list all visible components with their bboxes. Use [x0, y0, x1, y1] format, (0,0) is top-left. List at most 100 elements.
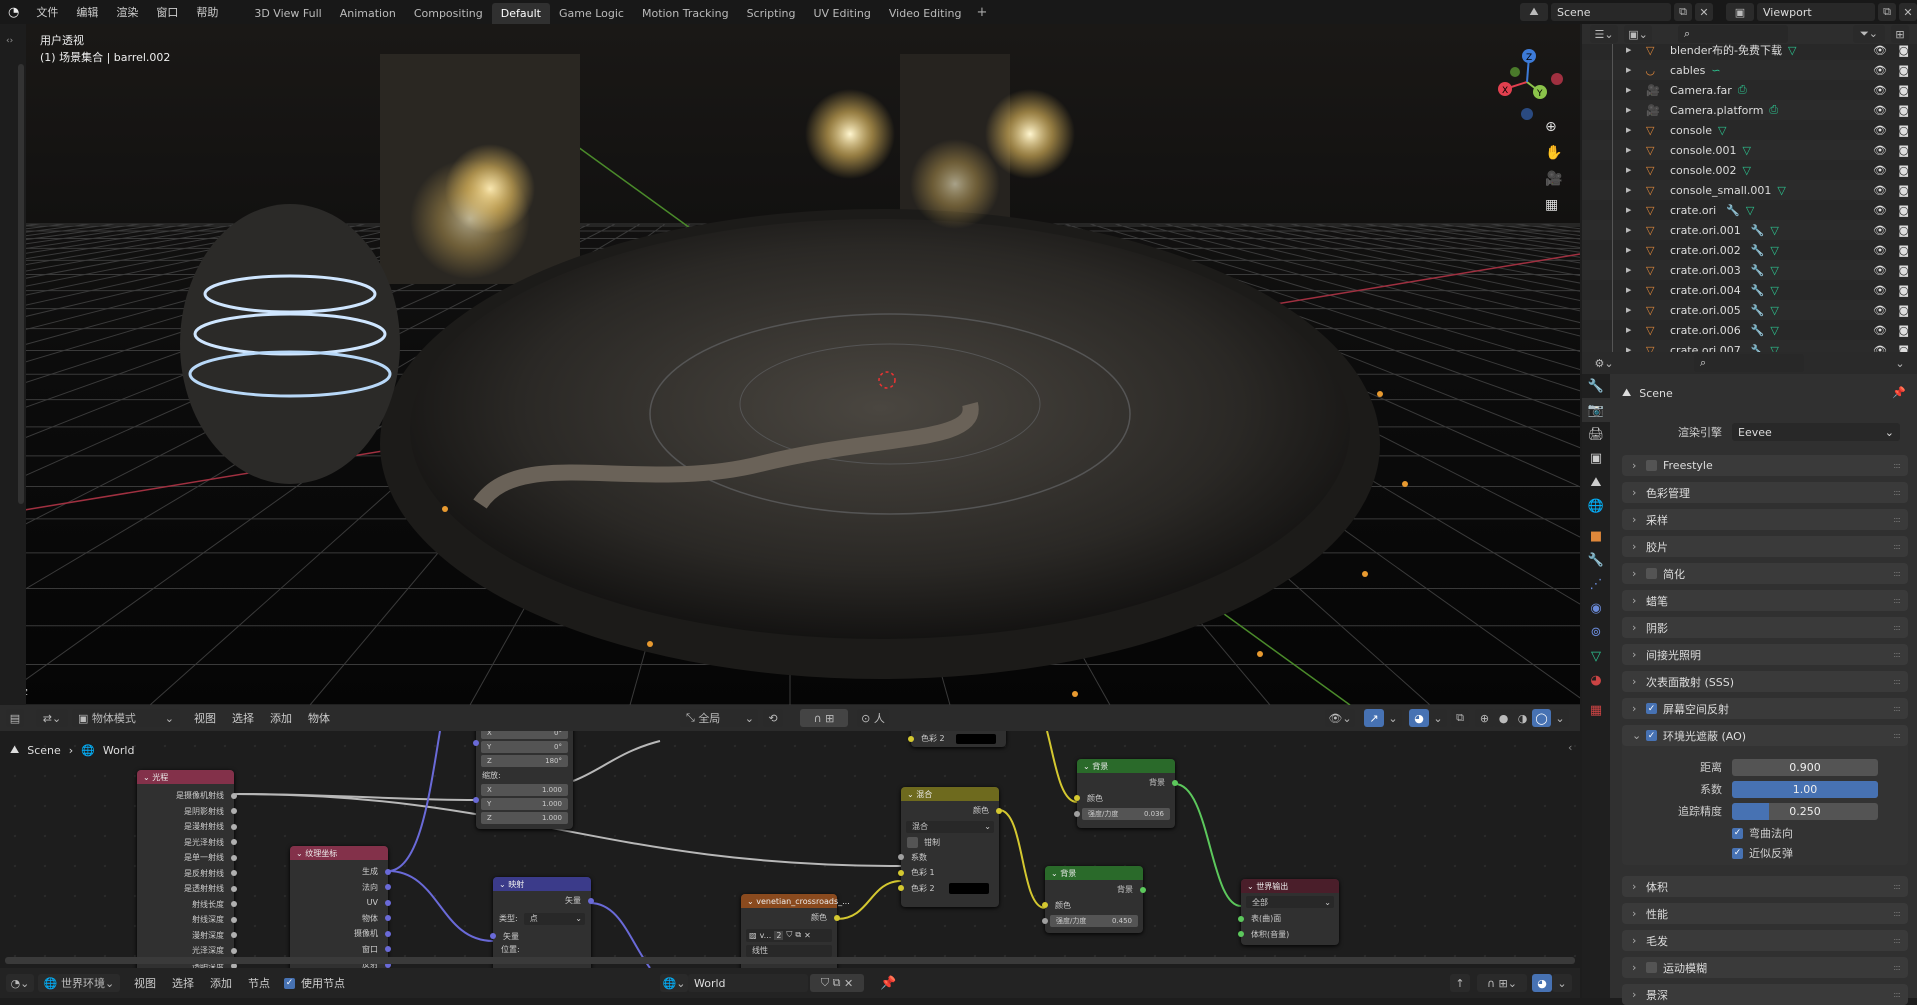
- tab-material[interactable]: ◕: [1582, 668, 1610, 692]
- input-socket[interactable]: [1238, 915, 1244, 922]
- zoom-icon[interactable]: ⊕: [1545, 119, 1562, 135]
- output-socket[interactable]: [385, 899, 391, 906]
- pan-hand-icon[interactable]: ✋: [1545, 145, 1562, 161]
- drag-grip-icon[interactable]: ::::: [1893, 488, 1901, 497]
- camera-render-icon[interactable]: ◙: [1898, 44, 1909, 57]
- outliner-item[interactable]: ▶ ▽ crate.ori.002 🔧 ▽ 👁 ◙: [1582, 240, 1917, 260]
- shading-material-button[interactable]: ◑: [1513, 709, 1532, 727]
- tab-tool[interactable]: 🔧: [1582, 374, 1610, 398]
- xray-toggle-button[interactable]: ⧉: [1451, 709, 1469, 727]
- input-socket[interactable]: [1042, 902, 1048, 909]
- workspace-tab[interactable]: Game Logic: [550, 3, 633, 24]
- outliner-item[interactable]: ▶ ▽ console_small.001 ▽ 👁 ◙: [1582, 180, 1917, 200]
- panel-header[interactable]: › 毛发::::: [1622, 930, 1908, 951]
- wrench-icon[interactable]: 🔧: [1751, 244, 1765, 257]
- blend-mode-dropdown[interactable]: 混合 ⌄: [906, 820, 994, 833]
- navigation-gizmo[interactable]: X Y Z: [1485, 34, 1565, 124]
- target-dropdown[interactable]: 全部 ⌄: [1246, 896, 1334, 908]
- panel-header[interactable]: › 胶片::::: [1622, 536, 1908, 557]
- panel-header[interactable]: › ✓ 屏幕空间反射::::: [1622, 698, 1908, 719]
- eye-icon[interactable]: 👁: [1873, 44, 1887, 57]
- tab-data[interactable]: ▽: [1582, 644, 1610, 668]
- output-socket[interactable]: [996, 807, 1002, 814]
- panel-header[interactable]: › 次表面散射 (SSS)::::: [1622, 671, 1908, 692]
- eye-icon[interactable]: 👁: [1873, 184, 1887, 197]
- viewport-scrollbar[interactable]: [18, 64, 24, 504]
- tab-particles[interactable]: ⋰: [1582, 572, 1610, 596]
- editor-type-button[interactable]: ◔⌄: [6, 974, 34, 992]
- node-mapping[interactable]: ⌄ 映射 矢量 类型: 点 ⌄ 矢量 位置:: [490, 877, 594, 968]
- input-socket[interactable]: [1074, 795, 1080, 802]
- wrench-icon[interactable]: 🔧: [1726, 204, 1740, 217]
- output-socket[interactable]: [231, 885, 237, 892]
- mesh-data-icon[interactable]: ▽: [1770, 344, 1778, 353]
- tab-constraints[interactable]: ⊚: [1582, 620, 1610, 644]
- node-mix[interactable]: ⌄ 混合 颜色 混合 ⌄ 钳制 系数 色彩 1 色彩 2: [898, 787, 1002, 907]
- outliner-item[interactable]: ▶ ▽ console ▽ 👁 ◙: [1582, 120, 1917, 140]
- editor-type-button[interactable]: ▤: [6, 709, 24, 727]
- tab-render[interactable]: 📷: [1582, 398, 1610, 422]
- properties-search-input[interactable]: ⌕: [1694, 354, 1804, 372]
- 3d-viewport[interactable]: 用户透视 (1) 场景集合 | barrel.002 文字 X Y Z ⊕ ✋ …: [0, 24, 1580, 705]
- panel-enable-checkbox[interactable]: [1646, 568, 1657, 579]
- output-socket[interactable]: [385, 930, 391, 937]
- mesh-data-icon[interactable]: ▽: [1788, 44, 1796, 57]
- camera-render-icon[interactable]: ◙: [1898, 304, 1909, 317]
- panel-header[interactable]: › 蜡笔::::: [1622, 590, 1908, 611]
- expand-arrow-icon[interactable]: ▶: [1626, 166, 1640, 174]
- node-light-path[interactable]: ⌄ 光程 是摄像机射线 是阴影射线 是漫射射线 是光泽射线 是单一射线 是反射射线 是透射射…: [137, 770, 237, 968]
- node-overlays-dropdown[interactable]: ⌄: [1552, 974, 1572, 992]
- workspace-tab[interactable]: Video Editing: [880, 3, 971, 24]
- panel-header[interactable]: › 阴影::::: [1622, 617, 1908, 638]
- shading-wireframe-button[interactable]: ⊕: [1475, 709, 1494, 727]
- camera-render-icon[interactable]: ◙: [1898, 344, 1909, 353]
- outliner-item[interactable]: ▶ ▽ crate.ori.004 🔧 ▽ 👁 ◙: [1582, 280, 1917, 300]
- viewport-menu-item[interactable]: 选择: [224, 710, 262, 726]
- tab-world[interactable]: 🌐: [1582, 494, 1610, 518]
- camera-render-icon[interactable]: ◙: [1898, 224, 1909, 237]
- workspace-tab[interactable]: 3D View Full: [245, 3, 330, 24]
- input-socket[interactable]: [898, 854, 904, 861]
- render-engine-dropdown[interactable]: Eevee ⌄: [1732, 423, 1900, 441]
- mesh-data-icon[interactable]: ▽: [1770, 244, 1778, 257]
- value-slider[interactable]: 0.250: [1732, 802, 1878, 820]
- snap-button[interactable]: ∩ ⊞: [800, 709, 848, 727]
- expand-arrow-icon[interactable]: ▶: [1626, 206, 1640, 214]
- output-socket[interactable]: [231, 792, 237, 799]
- tab-object[interactable]: ■: [1582, 524, 1610, 548]
- outliner-item[interactable]: ▶ 🎥 Camera.far ⎙ 👁 ◙: [1582, 80, 1917, 100]
- menu-0[interactable]: 文件: [27, 4, 67, 20]
- input-socket[interactable]: [1074, 811, 1080, 817]
- vector-field[interactable]: Z 180°: [481, 755, 568, 767]
- eye-icon[interactable]: 👁: [1873, 304, 1887, 317]
- wrench-icon[interactable]: 🔧: [1751, 304, 1765, 317]
- camera-render-icon[interactable]: ◙: [1898, 244, 1909, 257]
- clamp-checkbox[interactable]: [907, 836, 918, 848]
- color-swatch[interactable]: [949, 882, 989, 894]
- color-swatch[interactable]: [956, 733, 996, 744]
- panel-header[interactable]: › 性能::::: [1622, 903, 1908, 924]
- mapping-type-dropdown[interactable]: 点 ⌄: [523, 912, 585, 925]
- mesh-data-icon[interactable]: ▽: [1770, 224, 1778, 237]
- output-socket[interactable]: [1140, 886, 1146, 893]
- camera-render-icon[interactable]: ◙: [1898, 104, 1909, 117]
- outliner-item[interactable]: ▶ ▽ crate.ori.001 🔧 ▽ 👁 ◙: [1582, 220, 1917, 240]
- pin-icon[interactable]: 📌: [880, 976, 896, 991]
- wrench-icon[interactable]: 🔧: [1751, 324, 1765, 337]
- close-icon[interactable]: ✕: [844, 977, 853, 990]
- eye-icon[interactable]: 👁: [1873, 104, 1887, 117]
- mode-selector[interactable]: ▣ 物体模式 ⌄: [72, 709, 180, 727]
- camera-render-icon[interactable]: ◙: [1898, 124, 1909, 137]
- panel-header[interactable]: › 体积::::: [1622, 876, 1908, 897]
- workspace-tab[interactable]: Animation: [331, 3, 405, 24]
- blender-logo-icon[interactable]: ◔: [0, 5, 27, 20]
- tab-view-layer[interactable]: ▣: [1582, 446, 1610, 470]
- camera-render-icon[interactable]: ◙: [1898, 184, 1909, 197]
- view-layer-browse-button[interactable]: ▣: [1726, 3, 1754, 21]
- input-socket[interactable]: [898, 869, 904, 876]
- scene-selector[interactable]: Scene: [1551, 3, 1671, 21]
- outliner-item[interactable]: ▶ 🎥 Camera.platform ⎙ 👁 ◙: [1582, 100, 1917, 120]
- camera-render-icon[interactable]: ◙: [1898, 204, 1909, 217]
- tab-modifier[interactable]: 🔧: [1582, 548, 1610, 572]
- world-browse-button[interactable]: 🌐⌄: [660, 974, 688, 992]
